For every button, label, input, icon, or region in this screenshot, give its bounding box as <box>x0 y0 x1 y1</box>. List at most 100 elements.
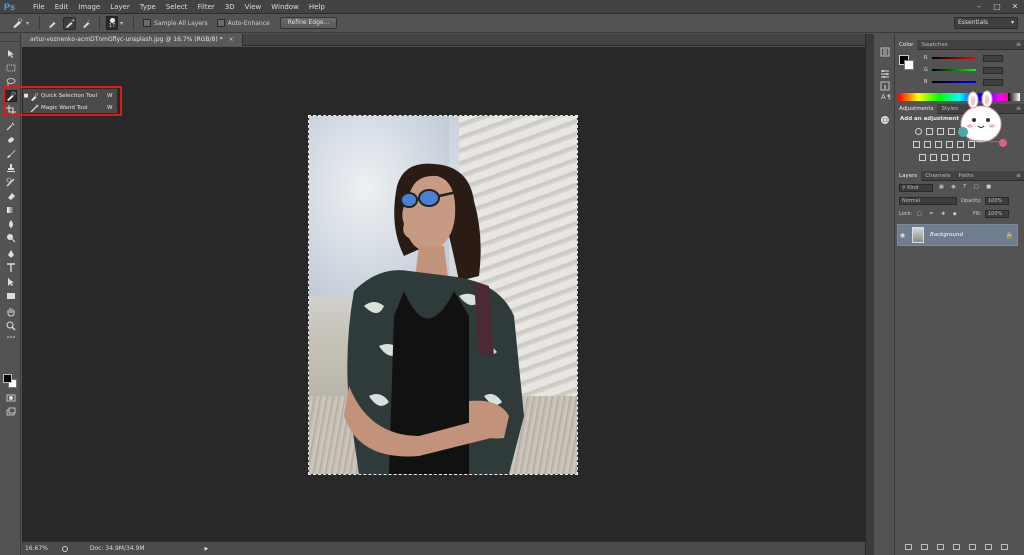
eyedropper-tool-icon[interactable] <box>4 120 17 132</box>
tab-swatches[interactable]: Swatches <box>917 40 951 50</box>
pen-tool-icon[interactable] <box>4 248 17 260</box>
menu-window[interactable]: Window <box>266 3 304 11</box>
invert-icon[interactable] <box>919 154 926 161</box>
tab-channels[interactable]: Channels <box>921 171 954 181</box>
photo-filter-icon[interactable] <box>946 141 953 148</box>
exposure-icon[interactable] <box>948 128 955 135</box>
tab-layers[interactable]: Layers <box>895 171 922 181</box>
healing-brush-icon[interactable] <box>4 134 17 146</box>
vertical-scrollbar[interactable] <box>865 34 873 555</box>
green-channel-slider[interactable]: G <box>924 65 1024 75</box>
clone-stamp-icon[interactable] <box>4 162 17 174</box>
tab-color[interactable]: Color <box>895 40 918 50</box>
brush-size-picker[interactable]: 17 <box>106 16 119 30</box>
panel-menu-icon[interactable]: ≡ <box>1016 104 1021 114</box>
grayscale-ramp[interactable] <box>1008 93 1020 101</box>
tab-adjustments[interactable]: Adjustments <box>895 104 938 114</box>
menu-file[interactable]: File <box>28 3 50 11</box>
close-button[interactable]: ✕ <box>1006 0 1024 14</box>
workspace-select[interactable]: Essentials ▾ <box>954 17 1018 29</box>
layer-row[interactable]: ◉ Background 🔒 <box>897 224 1018 246</box>
panel-menu-icon[interactable]: ≡ <box>1016 171 1021 181</box>
close-icon[interactable]: × <box>229 36 234 43</box>
menu-select[interactable]: Select <box>161 3 193 11</box>
marquee-tool-icon[interactable] <box>4 62 17 74</box>
eraser-tool-icon[interactable] <box>4 190 17 202</box>
levels-icon[interactable] <box>926 128 933 135</box>
curves-icon[interactable] <box>937 128 944 135</box>
opacity-field[interactable]: 100% <box>985 197 1009 205</box>
menu-edit[interactable]: Edit <box>50 3 74 11</box>
lock-icon[interactable]: 🔒 <box>1006 232 1013 239</box>
black-white-icon[interactable] <box>935 141 942 148</box>
blend-mode-select[interactable]: Normal <box>899 197 957 205</box>
document-tab[interactable]: artur-voznenko-acmDTnmGflyc-unsplash.jpg… <box>22 34 243 46</box>
refine-edge-button[interactable]: Refine Edge... <box>279 17 338 29</box>
blue-value-field[interactable] <box>983 78 1003 86</box>
threshold-icon[interactable] <box>941 154 948 161</box>
panel-menu-icon[interactable]: ≡ <box>1016 40 1021 50</box>
hue-saturation-icon[interactable] <box>913 141 920 148</box>
new-adjustment-layer-icon[interactable] <box>953 544 960 550</box>
visibility-eye-icon[interactable]: ◉ <box>898 232 907 239</box>
more-tools-icon[interactable] <box>4 334 17 340</box>
link-layers-icon[interactable] <box>905 544 912 550</box>
menu-view[interactable]: View <box>240 3 267 11</box>
foreground-color-swatch[interactable] <box>3 374 12 383</box>
flyout-item-quick-selection[interactable]: ■ Quick Selection Tool W <box>23 90 119 102</box>
lock-icons[interactable]: □ ✒ ✚ ◆ <box>917 211 960 217</box>
sample-all-layers-checkbox[interactable] <box>143 19 152 27</box>
document-image[interactable] <box>309 116 577 474</box>
menu-filter[interactable]: Filter <box>192 3 219 11</box>
tool-preset-picker[interactable] <box>8 16 26 30</box>
chevron-down-icon[interactable]: ▾ <box>26 20 29 27</box>
brightness-contrast-icon[interactable] <box>915 128 922 135</box>
history-panel-icon[interactable] <box>878 46 892 58</box>
posterize-icon[interactable] <box>930 154 937 161</box>
delete-layer-icon[interactable] <box>1001 544 1008 550</box>
fill-field[interactable]: 100% <box>985 210 1009 218</box>
blue-channel-slider[interactable]: B <box>924 77 1024 87</box>
quick-selection-tool-icon[interactable] <box>4 90 17 102</box>
subtract-from-selection-icon[interactable]: - <box>80 17 93 30</box>
menu-3d[interactable]: 3D <box>220 3 240 11</box>
quick-mask-icon[interactable] <box>4 392 17 404</box>
new-group-icon[interactable] <box>969 544 976 550</box>
green-value-field[interactable] <box>983 66 1003 74</box>
new-layer-icon[interactable] <box>985 544 992 550</box>
history-brush-icon[interactable] <box>4 176 17 188</box>
layer-filter-icons[interactable]: ▣ ◉ T □ ■ <box>939 184 994 190</box>
character-panel-icon[interactable]: ¶ <box>886 90 894 102</box>
new-selection-icon[interactable] <box>46 17 59 30</box>
path-selection-icon[interactable] <box>4 276 17 288</box>
brush-tool-icon[interactable] <box>4 148 17 160</box>
add-to-selection-icon[interactable]: + <box>63 16 77 30</box>
hand-tool-icon[interactable] <box>4 306 17 318</box>
status-info-icon[interactable] <box>61 545 68 552</box>
screen-mode-icon[interactable] <box>4 406 17 418</box>
color-balance-icon[interactable] <box>924 141 931 148</box>
flyout-item-magic-wand[interactable]: Magic Wand Tool W <box>23 102 119 114</box>
maximize-button[interactable]: □ <box>988 0 1006 14</box>
zoom-level[interactable]: 16.67% <box>25 545 48 552</box>
red-channel-slider[interactable]: R <box>924 53 1024 63</box>
tab-paths[interactable]: Paths <box>955 171 978 181</box>
minimize-button[interactable]: – <box>970 0 988 14</box>
menu-layer[interactable]: Layer <box>105 3 135 11</box>
panel-grip[interactable] <box>0 34 21 42</box>
type-tool-icon[interactable] <box>4 262 17 274</box>
red-value-field[interactable] <box>983 54 1003 62</box>
libraries-panel-icon[interactable]: CC <box>878 114 892 126</box>
properties-panel-icon[interactable] <box>878 68 892 80</box>
layer-filter-kind-select[interactable]: ⚲ Kind <box>899 184 933 192</box>
crop-tool-icon[interactable] <box>4 104 17 116</box>
lasso-tool-icon[interactable] <box>4 76 17 88</box>
zoom-tool-icon[interactable] <box>4 320 17 332</box>
gradient-tool-icon[interactable] <box>4 204 17 216</box>
layer-style-icon[interactable] <box>921 544 928 550</box>
selective-color-icon[interactable] <box>963 154 970 161</box>
color-background-swatch[interactable] <box>904 60 914 70</box>
rectangle-tool-icon[interactable] <box>4 290 17 302</box>
layer-mask-icon[interactable] <box>937 544 944 550</box>
blur-tool-icon[interactable] <box>4 218 17 230</box>
